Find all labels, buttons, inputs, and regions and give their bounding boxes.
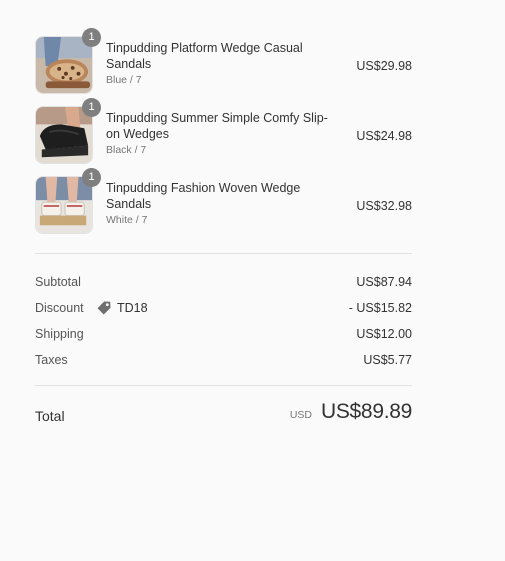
product-name: Tinpudding Platform Wedge Casual Sandals — [106, 41, 303, 71]
divider — [35, 385, 412, 386]
tag-icon — [97, 301, 111, 315]
divider — [35, 253, 412, 254]
discount-value: - US$15.82 — [348, 301, 412, 315]
shipping-value: US$12.00 — [356, 327, 412, 341]
product-variant: White / 7 — [106, 214, 148, 226]
discount-code-tag: TD18 — [96, 300, 148, 316]
quantity-badge: 1 — [82, 98, 101, 117]
discount-row: Discount TD18 - US$15.82 — [35, 300, 412, 316]
total-row: Total USD US$89.89 — [35, 400, 412, 432]
product-price: US$29.98 — [356, 59, 412, 73]
total-amount: US$89.89 — [320, 400, 412, 423]
line-item: 1 Tinpudding Summer Simple Comfy Slip-on… — [35, 98, 412, 166]
total-label: Total — [35, 408, 65, 424]
product-price: US$24.98 — [356, 129, 412, 143]
subtotal-value: US$87.94 — [356, 275, 412, 289]
product-name: Tinpudding Fashion Woven Wedge Sandals — [106, 181, 301, 211]
discount-code: TD18 — [117, 301, 148, 315]
taxes-row: Taxes US$5.77 — [35, 352, 412, 368]
quantity-badge: 1 — [82, 168, 101, 187]
taxes-label: Taxes — [35, 353, 68, 367]
leopard-sandal-photo — [36, 37, 92, 93]
product-variant: Blue / 7 — [106, 74, 142, 86]
quantity-badge: 1 — [82, 28, 101, 47]
subtotal-label: Subtotal — [35, 275, 81, 289]
line-item: 1 Tinpudding Fashion Woven Wedge Sandals… — [35, 168, 412, 236]
white-wedge-photo — [36, 177, 92, 233]
shipping-row: Shipping US$12.00 — [35, 326, 412, 342]
discount-label: Discount — [35, 301, 84, 315]
subtotal-row: Subtotal US$87.94 — [35, 274, 412, 290]
product-name: Tinpudding Summer Simple Comfy Slip-on W… — [106, 111, 328, 141]
black-wedge-photo — [36, 107, 92, 163]
line-item: 1 Tinpudding Platform Wedge Casual Sanda… — [35, 28, 412, 96]
product-variant: Black / 7 — [106, 144, 147, 156]
total-currency: USD — [289, 409, 312, 421]
shipping-label: Shipping — [35, 327, 84, 341]
taxes-value: US$5.77 — [363, 353, 412, 367]
product-price: US$32.98 — [356, 199, 412, 213]
